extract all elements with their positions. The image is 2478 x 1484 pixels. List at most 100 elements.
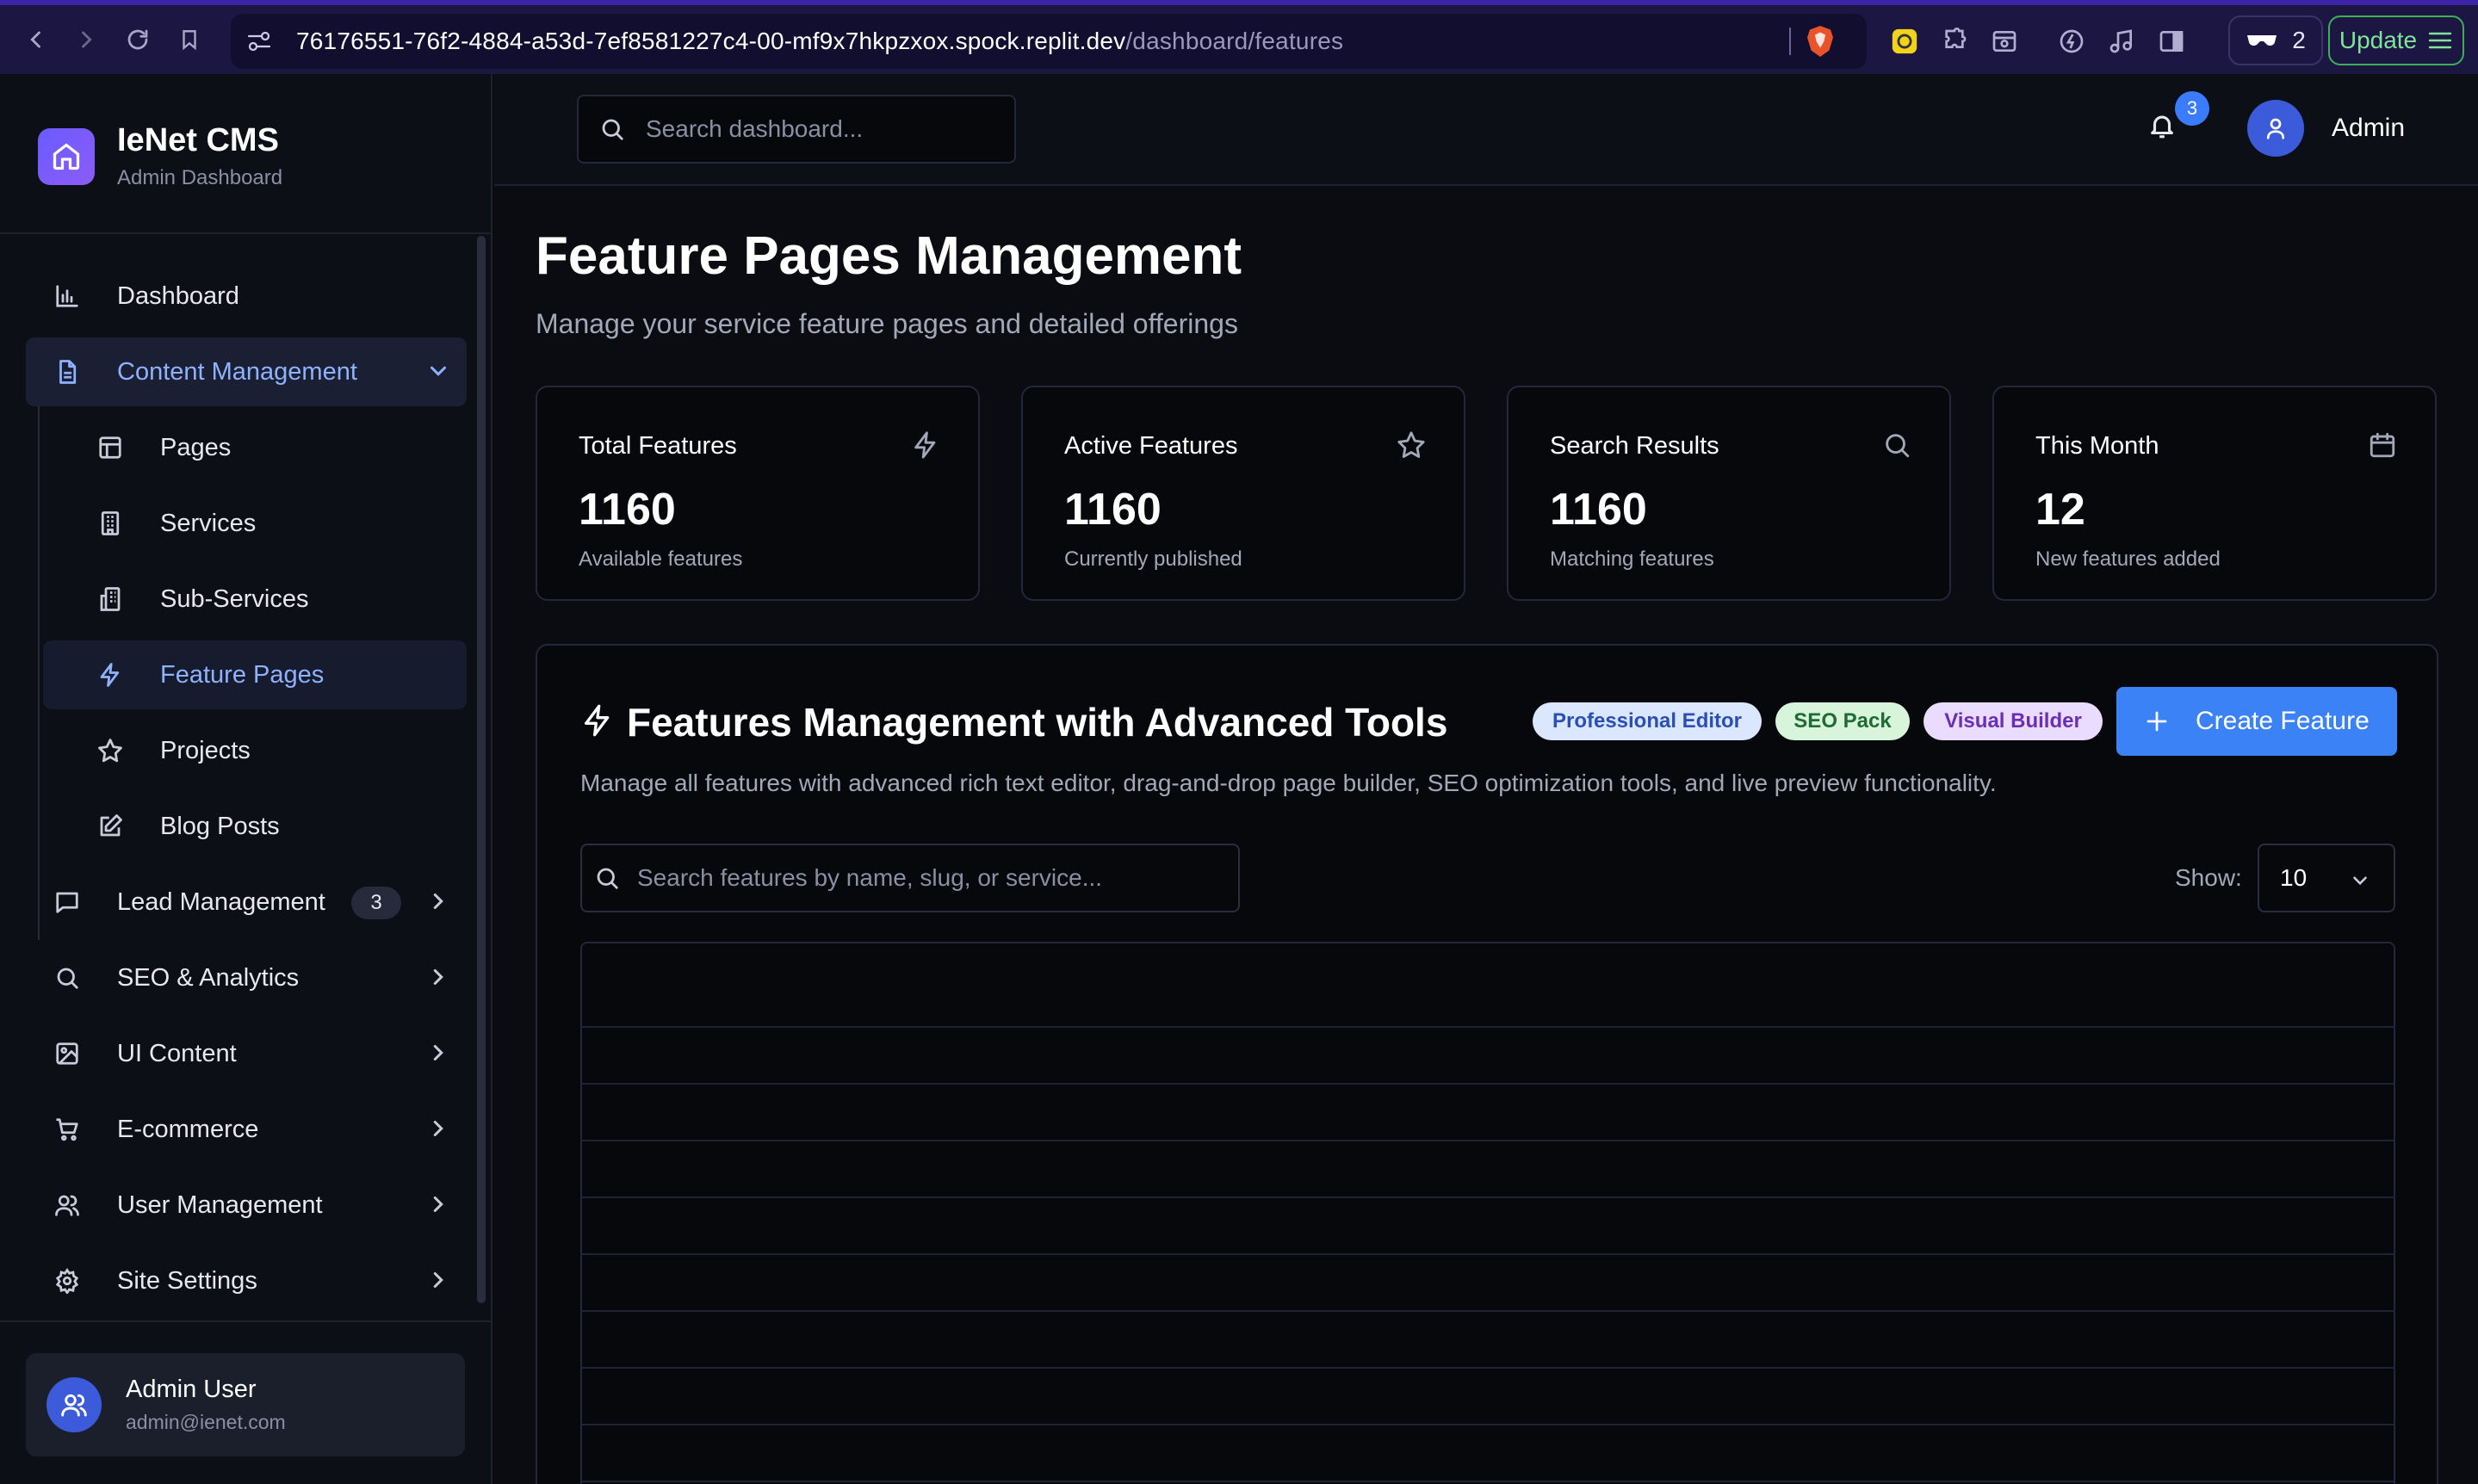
calendar-icon xyxy=(2368,430,2397,460)
create-feature-button[interactable]: Create Feature xyxy=(2116,687,2397,756)
table-row[interactable] xyxy=(582,1312,2394,1369)
sidebar-item-sub-services[interactable]: Sub-Services xyxy=(43,565,467,634)
stat-value: 12 xyxy=(2035,485,2085,535)
sidebar-scrollbar[interactable] xyxy=(477,236,486,1303)
stat-card-search-results: Search Results 1160 Matching features xyxy=(1507,386,1951,601)
features-search-input[interactable]: Search features by name, slug, or servic… xyxy=(637,864,1102,892)
stat-label: Total Features xyxy=(579,432,737,460)
table-row[interactable] xyxy=(582,1369,2394,1425)
reload-icon[interactable] xyxy=(112,14,164,65)
sidebar: IeNet CMS Admin Dashboard Dashboard Cont… xyxy=(0,74,493,1484)
sidebar-item-lead-management[interactable]: Lead Management 3 xyxy=(26,868,467,937)
tag-professional-editor: Professional Editor xyxy=(1533,702,1762,740)
page-size-select[interactable]: 10 xyxy=(2258,844,2395,912)
wallet-button[interactable]: 2 xyxy=(2228,15,2323,65)
plus-icon xyxy=(2144,708,2170,734)
stat-value: 1160 xyxy=(1550,485,1647,535)
sidebar-item-label: Content Management xyxy=(117,357,357,386)
sidebar-item-dashboard[interactable]: Dashboard xyxy=(26,262,467,331)
edit-icon xyxy=(95,811,126,842)
sidebar-item-label: Feature Pages xyxy=(160,660,325,689)
wallet-count: 2 xyxy=(2292,27,2306,53)
zap-icon xyxy=(580,702,615,739)
create-feature-label: Create Feature xyxy=(2196,707,2370,735)
sidebar-item-site-settings[interactable]: Site Settings xyxy=(26,1246,467,1315)
bookmark-icon[interactable] xyxy=(164,14,215,65)
address-bar[interactable]: 76176551-76f2-4884-a53d-7ef8581227c4-00-… xyxy=(231,14,1867,69)
sidebar-item-services[interactable]: Services xyxy=(43,489,467,558)
leo-ai-icon[interactable] xyxy=(2053,15,2091,67)
sidebar-item-projects[interactable]: Projects xyxy=(43,716,467,785)
forward-icon[interactable] xyxy=(60,14,112,65)
tag-seo-pack: SEO Pack xyxy=(1775,702,1910,740)
table-row[interactable] xyxy=(582,1425,2394,1482)
brand-name: IeNet CMS xyxy=(117,122,279,158)
sidebar-item-content-management[interactable]: Content Management xyxy=(26,337,467,406)
sidebar-item-label: UI Content xyxy=(117,1039,237,1067)
top-header: Search dashboard... 3 Admin xyxy=(494,74,2478,186)
dashboard-search[interactable]: Search dashboard... xyxy=(577,95,1016,164)
sidebar-item-label: E-commerce xyxy=(117,1115,259,1143)
sidebar-item-ui-content[interactable]: UI Content xyxy=(26,1019,467,1088)
features-panel: Features Management with Advanced Tools … xyxy=(536,644,2438,1484)
extensions-area xyxy=(1886,15,2190,67)
table-row[interactable] xyxy=(582,1085,2394,1141)
search-icon xyxy=(594,865,620,891)
stat-card-this-month: This Month 12 New features added xyxy=(1992,386,2437,601)
table-row[interactable] xyxy=(582,1141,2394,1198)
table-row[interactable] xyxy=(582,1028,2394,1085)
building-icon xyxy=(95,508,126,539)
panel-title: Features Management with Advanced Tools xyxy=(627,700,1448,745)
features-table xyxy=(580,942,2395,1484)
extension-yellow-icon[interactable] xyxy=(1886,15,1924,67)
gear-icon xyxy=(52,1265,83,1296)
sidebar-item-user-management[interactable]: User Management xyxy=(26,1171,467,1240)
sidebar-item-label: Blog Posts xyxy=(160,812,280,840)
update-button[interactable]: Update xyxy=(2328,15,2464,65)
panel-description: Manage all features with advanced rich t… xyxy=(580,770,1997,796)
stat-card-active-features: Active Features 1160 Currently published xyxy=(1021,386,1465,601)
admin-label[interactable]: Admin xyxy=(2332,114,2405,143)
bar-chart-icon xyxy=(52,281,83,312)
sidebar-item-blog-posts[interactable]: Blog Posts xyxy=(43,792,467,861)
message-square-icon xyxy=(52,887,83,918)
search-icon xyxy=(52,962,83,993)
site-settings-icon[interactable] xyxy=(246,30,272,53)
brave-shield-icon[interactable] xyxy=(1805,24,1836,59)
table-row[interactable] xyxy=(582,1198,2394,1255)
music-icon[interactable] xyxy=(2103,15,2140,67)
divider xyxy=(0,232,491,234)
chevron-right-icon xyxy=(425,888,451,914)
update-label: Update xyxy=(2339,27,2418,53)
chevron-right-icon xyxy=(425,964,451,990)
puzzle-icon[interactable] xyxy=(1936,15,1973,67)
sidebar-item-e-commerce[interactable]: E-commerce xyxy=(26,1095,467,1164)
sidebar-item-label: Pages xyxy=(160,433,232,461)
user-card[interactable]: Admin User admin@ienet.com xyxy=(26,1353,465,1456)
brand[interactable]: IeNet CMS Admin Dashboard xyxy=(38,122,282,190)
user-email: admin@ienet.com xyxy=(126,1411,286,1433)
page-size-value: 10 xyxy=(2280,864,2308,891)
search-icon xyxy=(599,116,625,142)
sidebar-item-feature-pages[interactable]: Feature Pages xyxy=(43,640,467,709)
chevron-right-icon xyxy=(425,1191,451,1217)
sidebar-item-seo-analytics[interactable]: SEO & Analytics xyxy=(26,943,467,1012)
sidebar-toggle-icon[interactable] xyxy=(2153,15,2190,67)
stat-description: Matching features xyxy=(1550,547,1714,571)
star-icon xyxy=(1397,430,1426,460)
zap-icon xyxy=(911,430,940,460)
bell-icon[interactable] xyxy=(2147,110,2177,141)
back-icon[interactable] xyxy=(10,14,62,65)
admin-avatar[interactable] xyxy=(2247,100,2304,157)
sidebar-item-pages[interactable]: Pages xyxy=(43,413,467,482)
notification-badge: 3 xyxy=(2175,91,2209,126)
table-row[interactable] xyxy=(582,1255,2394,1312)
glasses-icon xyxy=(2246,32,2278,49)
features-search[interactable]: Search features by name, slug, or servic… xyxy=(580,844,1240,912)
stat-label: This Month xyxy=(2035,432,2159,460)
stat-description: Available features xyxy=(579,547,743,571)
lead-count-badge: 3 xyxy=(351,887,401,919)
search-input[interactable]: Search dashboard... xyxy=(646,115,863,143)
page-title: Feature Pages Management xyxy=(536,226,1242,286)
tab-search-icon[interactable] xyxy=(1985,15,2023,67)
